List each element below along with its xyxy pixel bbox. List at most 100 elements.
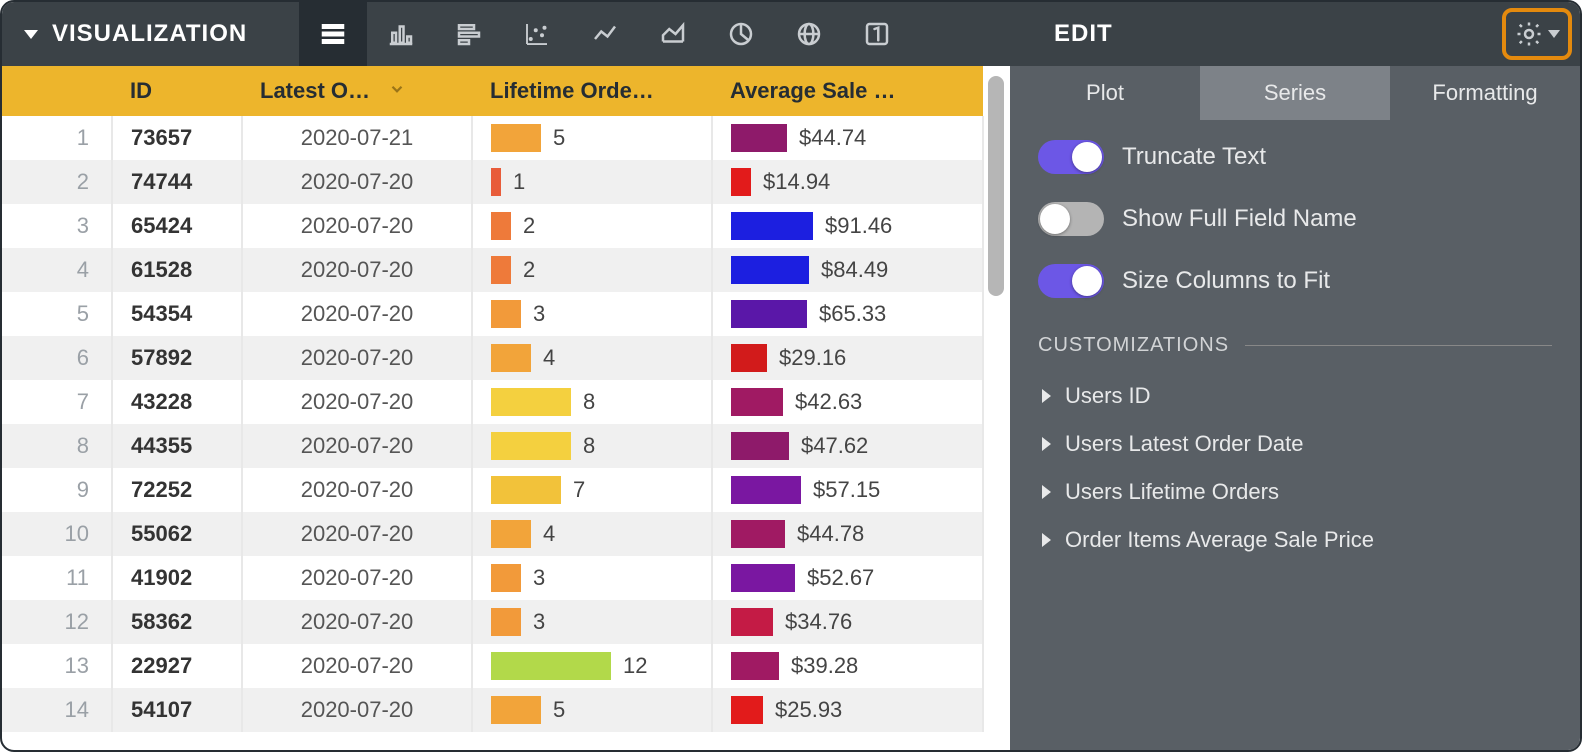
cell-date: 2020-07-20 [242,644,472,688]
cell-avg: $14.94 [712,160,983,204]
table-icon [318,19,348,49]
table-row[interactable]: 9722522020-07-207$57.15 [2,468,983,512]
vis-type-bar[interactable] [435,2,503,66]
col-id[interactable]: ID [112,66,242,116]
cell-avg: $47.62 [712,424,983,468]
map-icon [794,19,824,49]
vis-type-scatter[interactable] [503,2,571,66]
cell-avg: $39.28 [712,644,983,688]
toggle-label: Show Full Field Name [1122,205,1357,233]
cell-orders: 7 [472,468,712,512]
vis-type-bar [299,2,911,66]
cell-orders: 2 [472,248,712,292]
table-row[interactable]: 2747442020-07-201$14.94 [2,160,983,204]
table-row[interactable]: 13229272020-07-2012$39.28 [2,644,983,688]
gear-icon [1514,19,1544,49]
cell-date: 2020-07-20 [242,380,472,424]
row-number: 4 [2,248,112,292]
edit-label: EDIT [1042,2,1502,66]
cell-orders: 3 [472,292,712,336]
visualization-label: VISUALIZATION [52,20,247,48]
row-number: 2 [2,160,112,204]
vis-type-pie[interactable] [707,2,775,66]
cell-avg: $57.15 [712,468,983,512]
scatter-icon [522,19,552,49]
vis-type-area[interactable] [639,2,707,66]
cell-id: 43228 [112,380,242,424]
table-row[interactable]: 8443552020-07-208$47.62 [2,424,983,468]
tab-plot[interactable]: Plot [1010,66,1200,120]
toggle-label: Size Columns to Fit [1122,267,1330,295]
table-row[interactable]: 14541072020-07-205$25.93 [2,688,983,732]
cell-avg: $44.78 [712,512,983,556]
cell-avg: $65.33 [712,292,983,336]
customization-item[interactable]: Users Lifetime Orders [1010,461,1580,509]
cell-date: 2020-07-20 [242,468,472,512]
cell-date: 2020-07-20 [242,248,472,292]
table-row[interactable]: 12583622020-07-203$34.76 [2,600,983,644]
cell-avg: $44.74 [712,116,983,160]
vis-type-column[interactable] [367,2,435,66]
table-wrap: ID Latest O… Lifetime Orde… Average Sale… [2,66,1010,750]
cell-date: 2020-07-20 [242,688,472,732]
table-row[interactable]: 5543542020-07-203$65.33 [2,292,983,336]
cell-orders: 3 [472,600,712,644]
scroll-thumb[interactable] [988,76,1004,296]
visualization-toggle[interactable]: VISUALIZATION [2,2,269,66]
cell-avg: $29.16 [712,336,983,380]
cell-date: 2020-07-20 [242,600,472,644]
vis-type-table[interactable] [299,2,367,66]
cell-id: 54354 [112,292,242,336]
cell-id: 22927 [112,644,242,688]
col-orders[interactable]: Lifetime Orde… [472,66,712,116]
cell-orders: 4 [472,512,712,556]
cell-id: 55062 [112,512,242,556]
settings-button[interactable] [1502,8,1572,60]
area-icon [658,19,688,49]
vis-type-single[interactable] [843,2,911,66]
cell-orders: 3 [472,556,712,600]
triangle-right-icon [1042,533,1051,547]
tab-formatting[interactable]: Formatting [1390,66,1580,120]
col-avg[interactable]: Average Sale … [712,66,983,116]
topbar: VISUALIZATION EDIT [2,2,1580,66]
tab-series[interactable]: Series [1200,66,1390,120]
table-row[interactable]: 11419022020-07-203$52.67 [2,556,983,600]
triangle-right-icon [1042,389,1051,403]
cell-orders: 12 [472,644,712,688]
line-icon [590,19,620,49]
scrollbar[interactable] [988,76,1004,750]
row-number: 12 [2,600,112,644]
caret-down-icon [24,30,38,39]
customization-label: Users Latest Order Date [1065,431,1303,457]
customization-item[interactable]: Order Items Average Sale Price [1010,509,1580,557]
vis-type-map[interactable] [775,2,843,66]
table-row[interactable]: 4615282020-07-202$84.49 [2,248,983,292]
cell-id: 72252 [112,468,242,512]
customization-label: Users Lifetime Orders [1065,479,1279,505]
col-latest[interactable]: Latest O… [242,66,472,116]
toggle-truncate-text[interactable] [1038,140,1104,174]
col-rownum[interactable] [2,66,112,116]
cell-orders: 5 [472,116,712,160]
table-row[interactable]: 7432282020-07-208$42.63 [2,380,983,424]
toggle-show-full-field-name[interactable] [1038,202,1104,236]
table-row[interactable]: 3654242020-07-202$91.46 [2,204,983,248]
row-number: 3 [2,204,112,248]
table-row[interactable]: 6578922020-07-204$29.16 [2,336,983,380]
customization-item[interactable]: Users ID [1010,365,1580,413]
table-row[interactable]: 10550622020-07-204$44.78 [2,512,983,556]
customization-item[interactable]: Users Latest Order Date [1010,413,1580,461]
vis-type-line[interactable] [571,2,639,66]
cell-orders: 8 [472,424,712,468]
cell-date: 2020-07-20 [242,204,472,248]
cell-date: 2020-07-20 [242,160,472,204]
bar-icon [454,19,484,49]
table-row[interactable]: 1736572020-07-215$44.74 [2,116,983,160]
row-number: 10 [2,512,112,556]
data-table: ID Latest O… Lifetime Orde… Average Sale… [2,66,984,732]
row-number: 5 [2,292,112,336]
cell-date: 2020-07-21 [242,116,472,160]
triangle-right-icon [1042,437,1051,451]
toggle-size-columns-to-fit[interactable] [1038,264,1104,298]
